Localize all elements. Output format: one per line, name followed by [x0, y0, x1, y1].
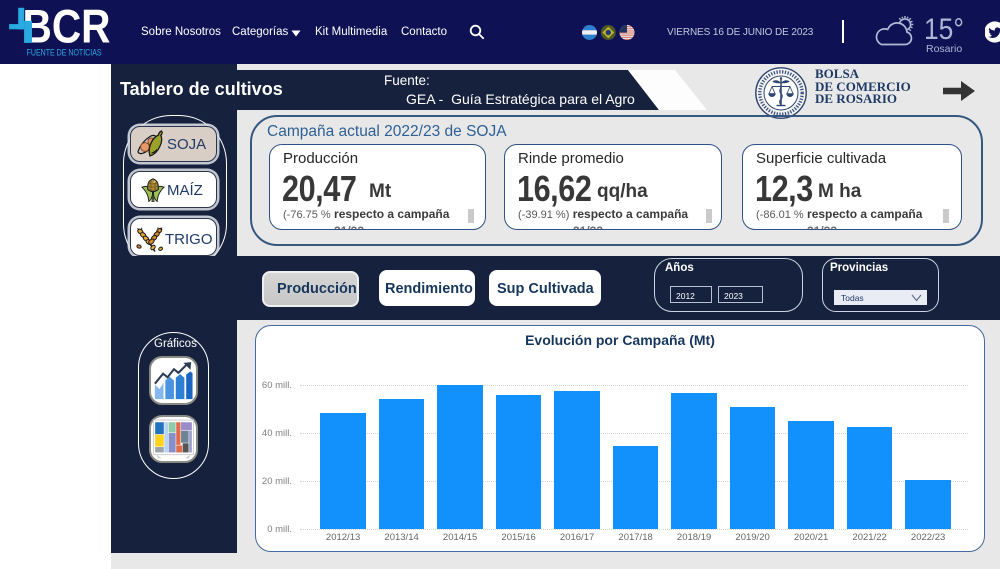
svg-text:FUENTE DE NOTICIAS: FUENTE DE NOTICIAS — [27, 47, 102, 57]
svg-text:BCR: BCR — [23, 0, 111, 53]
